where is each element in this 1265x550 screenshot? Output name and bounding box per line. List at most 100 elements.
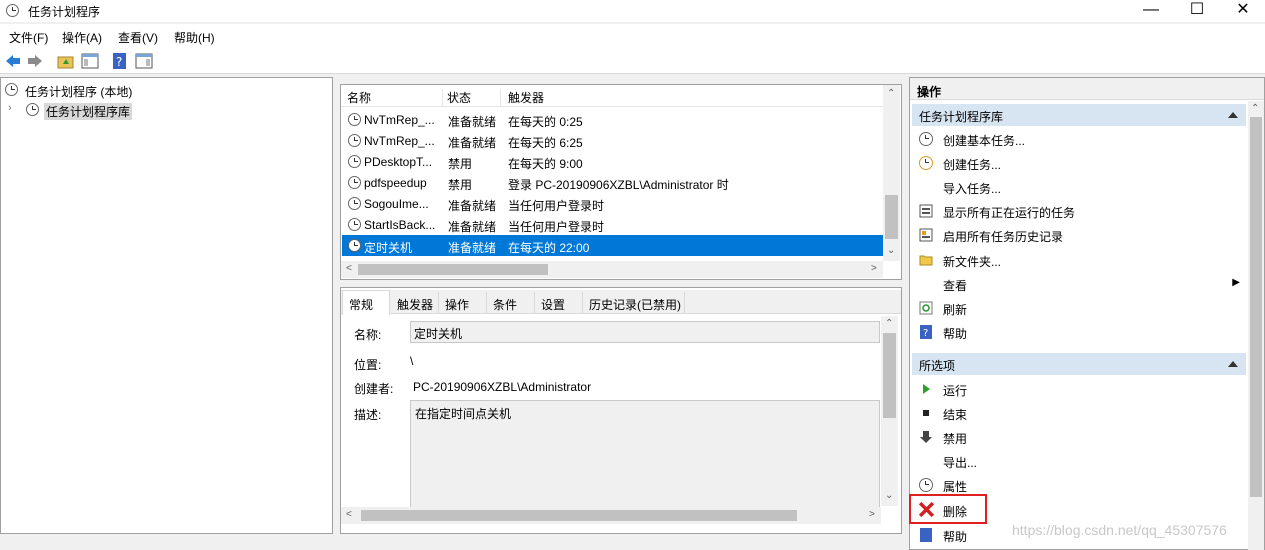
task-clock-icon (348, 197, 361, 210)
action-help[interactable]: ? 帮助 (912, 321, 1246, 343)
detail-vscrollbar[interactable]: ⌃ ⌄ (881, 316, 898, 506)
scroll-right-arrow-icon[interactable]: > (869, 509, 875, 520)
scroll-up-arrow-icon[interactable]: ⌃ (1251, 103, 1259, 114)
action-enable-history[interactable]: 启用所有任务历史记录 (912, 224, 1246, 246)
tab-actions[interactable]: 操作 (445, 296, 469, 313)
name-value: 定时关机 (414, 327, 463, 341)
scroll-thumb[interactable] (358, 264, 548, 275)
help-icon[interactable]: ? (111, 52, 129, 70)
task-trigger: 登录 PC-20190906XZBL\Administrator 时 (508, 178, 729, 192)
name-field[interactable]: 定时关机 (410, 321, 880, 343)
back-arrow-icon[interactable] (4, 52, 22, 70)
tree-root-item[interactable]: 任务计划程序 (本地) (4, 82, 324, 102)
column-trigger-header[interactable]: 触发器 (508, 89, 885, 107)
task-row[interactable]: SogouIme... 准备就绪 当任何用户登录时 (342, 193, 883, 214)
task-name: pdfspeedup (364, 176, 427, 190)
task-status: 准备就绪 (448, 241, 497, 255)
action-end[interactable]: 结束 (912, 402, 1246, 424)
name-label: 名称: (354, 328, 382, 342)
delete-highlight-box (909, 494, 987, 524)
stop-icon (923, 410, 929, 416)
task-list-hscrollbar[interactable]: < > (341, 261, 883, 278)
menu-help[interactable]: 帮助(H) (174, 29, 215, 46)
scroll-left-arrow-icon[interactable]: < (346, 509, 352, 520)
maximize-button[interactable]: ☐ (1174, 0, 1220, 22)
action-view[interactable]: 查看 ▶ (912, 273, 1246, 295)
location-label: 位置: (354, 358, 382, 372)
action-import-task[interactable]: 导入任务... (912, 176, 1246, 198)
task-list-header: 名称 状态 触发器 (341, 85, 885, 107)
task-row[interactable]: NvTmRep_... 准备就绪 在每天的 6:25 (342, 130, 883, 151)
submenu-arrow-icon: ▶ (1232, 277, 1240, 288)
menu-action[interactable]: 操作(A) (62, 29, 102, 46)
scroll-up-arrow-icon[interactable]: ⌃ (887, 88, 895, 99)
column-status-header[interactable]: 状态 (447, 89, 501, 107)
up-folder-icon[interactable] (57, 52, 75, 70)
collapse-arrow-icon[interactable] (1228, 112, 1238, 118)
section-header-selected[interactable]: 所选项 (912, 353, 1246, 375)
tab-general[interactable]: 常规 (349, 296, 373, 313)
scroll-right-arrow-icon[interactable]: > (871, 263, 877, 274)
description-field[interactable]: 在指定时间点关机 (410, 400, 880, 508)
minimize-button[interactable]: — (1128, 0, 1174, 22)
menu-file[interactable]: 文件(F) (9, 29, 48, 46)
tab-conditions[interactable]: 条件 (493, 296, 517, 313)
scroll-thumb[interactable] (883, 333, 896, 418)
tab-settings[interactable]: 设置 (541, 296, 565, 313)
menu-view[interactable]: 查看(V) (118, 29, 158, 46)
tab-history[interactable]: 历史记录(已禁用) (589, 296, 681, 313)
scroll-down-arrow-icon[interactable]: ⌄ (885, 490, 893, 501)
properties-icon (919, 478, 933, 492)
task-clock-icon (348, 218, 361, 231)
action-new-folder[interactable]: 新文件夹... (912, 249, 1246, 271)
task-list-vscrollbar[interactable]: ⌃ ⌄ (883, 85, 900, 261)
tab-triggers[interactable]: 触发器 (397, 296, 433, 313)
task-trigger: 在每天的 6:25 (508, 136, 583, 150)
history-icon (919, 228, 933, 242)
task-status: 准备就绪 (448, 115, 497, 129)
task-status: 准备就绪 (448, 199, 497, 213)
task-row-selected[interactable]: 定时关机 准备就绪 在每天的 22:00 (342, 235, 883, 256)
expand-chevron-icon[interactable]: › (8, 102, 12, 114)
action-export[interactable]: 导出... (912, 450, 1246, 472)
action-show-running-tasks[interactable]: 显示所有正在运行的任务 (912, 200, 1246, 222)
action-create-task[interactable]: 创建任务... (912, 152, 1246, 174)
close-button[interactable]: ✕ (1220, 0, 1265, 22)
disable-arrow-icon (920, 431, 932, 443)
clock-icon (5, 83, 18, 96)
scroll-thumb[interactable] (361, 510, 797, 521)
show-hide-tree-icon[interactable] (81, 52, 99, 70)
action-run[interactable]: 运行 (912, 378, 1246, 400)
menu-bar: 文件(F) 操作(A) 查看(V) 帮助(H) (0, 24, 1265, 48)
action-refresh[interactable]: 刷新 (912, 297, 1246, 319)
scroll-down-arrow-icon[interactable]: ⌄ (887, 245, 895, 256)
detail-hscrollbar[interactable]: < > (341, 507, 881, 524)
action-disable[interactable]: 禁用 (912, 426, 1246, 448)
task-status: 禁用 (448, 157, 473, 171)
scroll-left-arrow-icon[interactable]: < (346, 263, 352, 274)
action-properties[interactable]: 属性 (912, 474, 1246, 496)
action-pane-title-bar: 操作 (910, 78, 1264, 100)
scroll-up-arrow-icon[interactable]: ⌃ (885, 318, 893, 329)
task-name: SogouIme... (364, 197, 429, 211)
author-label: 创建者: (354, 382, 394, 396)
task-row[interactable]: PDesktopT... 禁用 在每天的 9:00 (342, 151, 883, 172)
task-scheduler-icon (6, 4, 19, 17)
tree-child-item[interactable]: › 任务计划程序库 (4, 101, 133, 120)
collapse-arrow-icon[interactable] (1228, 361, 1238, 367)
task-row[interactable]: StartIsBack... 准备就绪 当任何用户登录时 (342, 214, 883, 235)
forward-arrow-icon[interactable] (26, 52, 44, 70)
scroll-thumb[interactable] (1250, 117, 1262, 497)
action-pane-vscrollbar[interactable]: ⌃ (1248, 101, 1264, 550)
show-hide-action-pane-icon[interactable] (135, 52, 153, 70)
section-header-library[interactable]: 任务计划程序库 (912, 104, 1246, 126)
author-value: PC-20190906XZBL\Administrator (413, 380, 592, 394)
task-trigger: 当任何用户登录时 (508, 199, 605, 213)
scroll-thumb[interactable] (885, 195, 898, 239)
task-clock-icon (348, 134, 361, 147)
svg-text:?: ? (923, 328, 928, 339)
task-row[interactable]: NvTmRep_... 准备就绪 在每天的 0:25 (342, 109, 883, 130)
column-name-header[interactable]: 名称 (347, 89, 443, 107)
action-create-basic-task[interactable]: 创建基本任务... (912, 128, 1246, 150)
task-row[interactable]: pdfspeedup 禁用 登录 PC-20190906XZBL\Adminis… (342, 172, 883, 193)
